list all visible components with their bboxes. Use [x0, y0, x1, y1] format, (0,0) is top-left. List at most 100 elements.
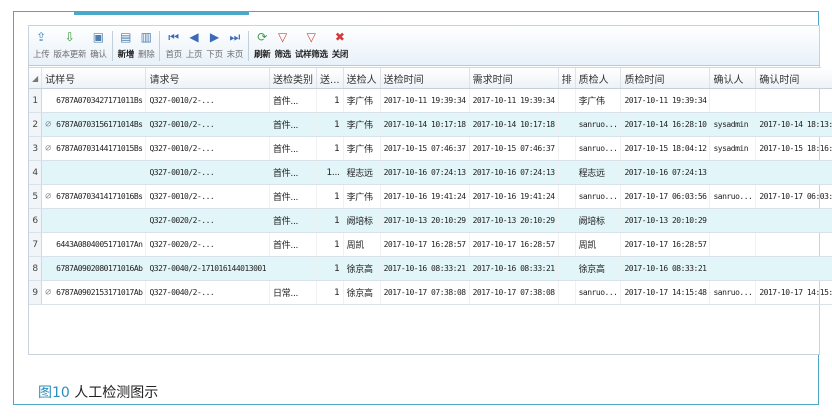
table-row[interactable]: 7 6443A0804005171017An Q327-0020/2-... 首件..…: [29, 232, 832, 257]
table-cell-sample[interactable]: ⌀ 6787A0902153171017Ab: [41, 280, 147, 305]
table-cell-send-time[interactable]: 2017-10-16 19:41:24: [380, 184, 470, 209]
table-cell-empty[interactable]: [558, 136, 576, 161]
refresh-button[interactable]: ⟳ 刷新: [254, 26, 271, 66]
column-header[interactable]: 送检时间: [380, 68, 470, 89]
table-cell-qty[interactable]: 1: [316, 112, 344, 137]
table-cell-need-time[interactable]: 2017-10-17 16:28:57: [469, 232, 559, 257]
table-cell-inspector[interactable]: sanruo...: [575, 136, 622, 161]
table-cell-empty[interactable]: [558, 208, 576, 233]
table-cell-sender[interactable]: 李广伟: [343, 184, 381, 209]
column-header[interactable]: 送...: [316, 68, 344, 89]
table-cell-inspector[interactable]: sanruo...: [575, 112, 622, 137]
table-cell-sample[interactable]: ⌀ 6787A0703144171015Bs: [41, 136, 147, 161]
table-cell-sample[interactable]: [41, 160, 147, 185]
table-row[interactable]: 1 6787A07034271710​11Bs Q327-0010/2-... 首件.…: [29, 88, 832, 113]
table-cell-sample[interactable]: ⌀ 6787A0703414171016Bs: [41, 184, 147, 209]
table-cell-inspector[interactable]: sanruo...: [575, 184, 622, 209]
table-row[interactable]: 4 Q327-0010/2-... 首件... 1... 程志远 2017-10-16 0…: [29, 160, 832, 185]
confirm-button[interactable]: ▣ 确认: [90, 26, 107, 66]
table-cell-inspect-time[interactable]: 2017-10-16 07:24:13: [620, 160, 711, 185]
table-cell-empty[interactable]: [558, 280, 576, 305]
first-page-button[interactable]: ⏮ 首页: [165, 26, 182, 66]
table-cell-inspector[interactable]: 李广伟: [575, 88, 622, 113]
table-cell-empty[interactable]: [558, 256, 576, 281]
table-cell-need-time[interactable]: 2017-10-17 07:38:08: [469, 280, 559, 305]
table-cell-inspector[interactable]: sanruo...: [575, 280, 622, 305]
table-cell-inspect-time[interactable]: 2017-10-17 14:15:48: [620, 280, 711, 305]
table-row[interactable]: 6 Q327-0020/2-... 首件... 1 阙培标 2017-10-13 20:1…: [29, 208, 832, 233]
table-cell-send-time[interactable]: 2017-10-11 19:39:34: [380, 88, 470, 113]
table-cell-send-time[interactable]: 2017-10-17 07:38:08: [380, 280, 470, 305]
table-cell-inspect-time[interactable]: 2017-10-13 20:10:29: [620, 208, 711, 233]
table-cell-confirmer[interactable]: [709, 256, 757, 281]
table-cell-confirm-time[interactable]: 2017-10-15 18:16:24: [755, 136, 832, 161]
table-cell-confirm-time[interactable]: [755, 160, 832, 185]
table-cell-need-time[interactable]: 2017-10-11 19:39:34: [469, 88, 559, 113]
table-cell-send-time[interactable]: 2017-10-15 07:46:37: [380, 136, 470, 161]
table-cell-empty[interactable]: [558, 232, 576, 257]
table-cell-sender[interactable]: 程志远: [343, 160, 381, 185]
table-cell-inspect-time[interactable]: 2017-10-16 08:33:21: [620, 256, 711, 281]
table-cell-confirmer[interactable]: sysadmin: [709, 112, 757, 137]
table-cell-confirm-time[interactable]: [755, 88, 832, 113]
column-header[interactable]: 确认时间: [755, 68, 832, 89]
prev-page-button[interactable]: ◀ 上页: [186, 26, 203, 66]
table-cell-qty[interactable]: 1: [316, 232, 344, 257]
table-cell-send-time[interactable]: 2017-10-14 10:17:18: [380, 112, 470, 137]
table-cell-type[interactable]: 首件...: [269, 136, 318, 161]
table-cell-inspect-time[interactable]: 2017-10-15 18:04:12: [620, 136, 711, 161]
table-cell-sender[interactable]: 李广伟: [343, 136, 381, 161]
table-cell-sender[interactable]: 徐京高: [343, 280, 381, 305]
table-cell-type[interactable]: 首件...: [269, 88, 318, 113]
table-cell-empty[interactable]: [558, 184, 576, 209]
column-header[interactable]: 排: [558, 68, 576, 89]
upload-button[interactable]: ⇪ 上传: [33, 26, 50, 66]
table-cell-inspector[interactable]: 徐京高: [575, 256, 622, 281]
table-cell-sample[interactable]: 6443A0804005171017An: [41, 232, 147, 257]
table-cell-inspect-time[interactable]: 2017-10-17 16:28:57: [620, 232, 711, 257]
table-cell-confirmer[interactable]: sanruo...: [709, 280, 757, 305]
table-cell-request[interactable]: Q327-0020/2-...: [145, 232, 271, 257]
table-cell-type[interactable]: [269, 256, 318, 281]
last-page-button[interactable]: ⏭ 末页: [227, 26, 244, 66]
table-cell-need-time[interactable]: 2017-10-14 10:17:18: [469, 112, 559, 137]
table-cell-request[interactable]: Q327-0010/2-...: [145, 88, 271, 113]
table-cell-empty[interactable]: [558, 160, 576, 185]
table-cell-qty[interactable]: 1: [316, 208, 344, 233]
table-cell-qty[interactable]: 1: [316, 256, 344, 281]
table-cell-sample[interactable]: 6787A0902080171016Ab: [41, 256, 147, 281]
table-cell-type[interactable]: 日常...: [269, 280, 318, 305]
table-cell-confirm-time[interactable]: 2017-10-14 18:13:25: [755, 112, 832, 137]
table-cell-inspector[interactable]: 阙培标: [575, 208, 622, 233]
table-cell-qty[interactable]: 1: [316, 136, 344, 161]
close-button[interactable]: ✖ 关闭: [332, 26, 349, 66]
table-cell-empty[interactable]: [558, 112, 576, 137]
table-row[interactable]: 2 ⌀ 6787A0703156171014Bs Q327-0010/2-... 首件.…: [29, 112, 832, 137]
table-cell-inspect-time[interactable]: 2017-10-17 06:03:56: [620, 184, 711, 209]
table-cell-inspect-time[interactable]: 2017-10-11 19:39:34: [620, 88, 711, 113]
sample-filter-button[interactable]: ▽ 试样筛选: [295, 26, 328, 66]
table-cell-confirmer[interactable]: [709, 88, 757, 113]
filter-button[interactable]: ▽ 筛选: [274, 26, 291, 66]
table-cell-confirmer[interactable]: [709, 160, 757, 185]
table-cell-sample[interactable]: [41, 208, 147, 233]
version-update-button[interactable]: ⇩ 版本更新: [53, 26, 86, 66]
table-cell-qty[interactable]: 1...: [316, 160, 344, 185]
table-cell-confirm-time[interactable]: [755, 256, 832, 281]
table-cell-need-time[interactable]: 2017-10-13 20:10:29: [469, 208, 559, 233]
table-cell-need-time[interactable]: 2017-10-15 07:46:37: [469, 136, 559, 161]
table-cell-type[interactable]: 首件...: [269, 208, 318, 233]
table-cell-inspector[interactable]: 周凯: [575, 232, 622, 257]
table-row[interactable]: 8 6787A0902080171016Ab Q327-0040/2-1710161…: [29, 256, 832, 281]
column-header[interactable]: 需求时间: [469, 68, 559, 89]
table-cell-confirmer[interactable]: sanruo...: [709, 184, 757, 209]
table-cell-sender[interactable]: 李广伟: [343, 88, 381, 113]
table-cell-confirm-time[interactable]: [755, 208, 832, 233]
table-cell-empty[interactable]: [558, 88, 576, 113]
table-cell-sample[interactable]: 6787A07034271710​11Bs: [41, 88, 147, 113]
table-cell-send-time[interactable]: 2017-10-16 08:33:21: [380, 256, 470, 281]
table-cell-type[interactable]: 首件...: [269, 184, 318, 209]
table-cell-request[interactable]: Q327-0040/2-1710161440130​01: [145, 256, 271, 281]
table-cell-request[interactable]: Q327-0040/2-...: [145, 280, 271, 305]
table-cell-send-time[interactable]: 2017-10-17 16:28:57: [380, 232, 470, 257]
